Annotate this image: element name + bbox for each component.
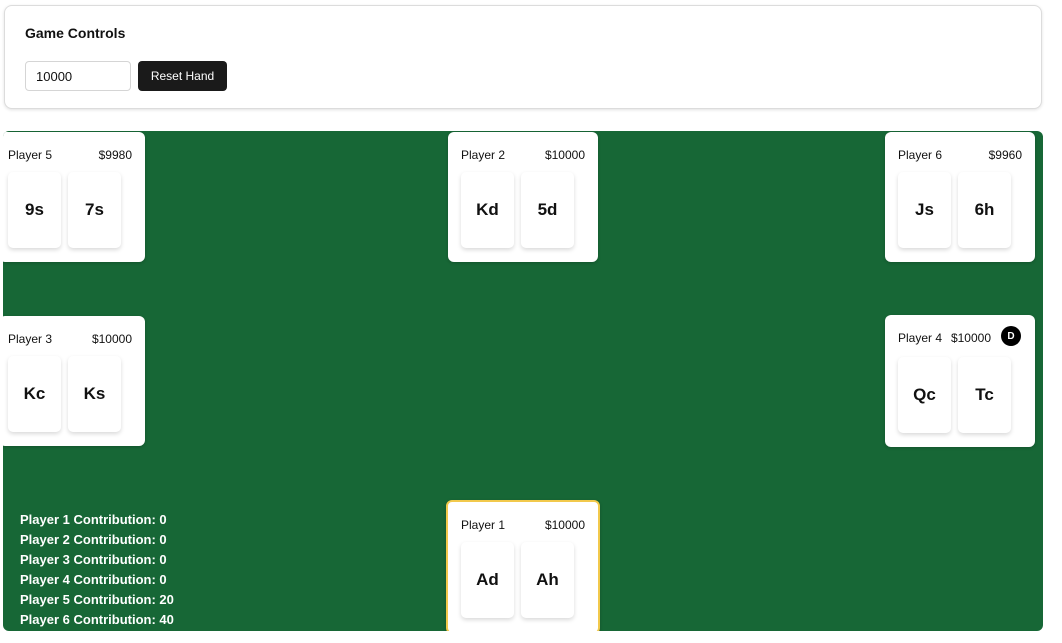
hole-card: Tc [958, 357, 1011, 433]
contribution-line: Player 4 Contribution: 0 [20, 572, 167, 587]
contribution-line: Player 3 Contribution: 0 [20, 552, 167, 567]
reset-hand-button[interactable]: Reset Hand [138, 61, 227, 91]
stack-amount-input[interactable] [25, 61, 131, 91]
hole-card: Kc [8, 356, 61, 432]
hole-card: 5d [521, 172, 574, 248]
player-name: Player 5 [8, 148, 53, 162]
seat-player-3: Player 3 $10000 Kc Ks [3, 316, 145, 446]
contribution-line: Player 5 Contribution: 20 [20, 592, 174, 607]
game-controls-panel: Game Controls Reset Hand [4, 5, 1042, 109]
player-name: Player 4 [898, 331, 943, 345]
hole-card: 6h [958, 172, 1011, 248]
hole-card: 9s [8, 172, 61, 248]
hole-card: Ah [521, 542, 574, 618]
player-stack: $10000 [544, 148, 585, 162]
contribution-line: Player 6 Contribution: 40 [20, 612, 174, 627]
player-stack: $9980 [98, 148, 132, 162]
controls-title: Game Controls [25, 25, 126, 41]
dealer-button: D [1001, 326, 1021, 346]
hole-card: Ks [68, 356, 121, 432]
player-name: Player 3 [8, 332, 53, 346]
hole-card: Js [898, 172, 951, 248]
contribution-line: Player 1 Contribution: 0 [20, 512, 167, 527]
seat-player-6: Player 6 $9960 Js 6h [885, 132, 1035, 262]
seat-player-1: Player 1 $10000 Ad Ah [446, 500, 600, 631]
player-name: Player 6 [898, 148, 943, 162]
hole-card: Kd [461, 172, 514, 248]
seat-player-5: Player 5 $9980 9s 7s [3, 132, 145, 262]
seat-player-4: Player 4 $10000 D Qc Tc [885, 315, 1035, 447]
hole-card: Qc [898, 357, 951, 433]
contribution-line: Player 2 Contribution: 0 [20, 532, 167, 547]
player-stack: $9960 [988, 148, 1022, 162]
contributions-list: Player 1 Contribution: 0 Player 2 Contri… [20, 510, 174, 630]
seat-player-2: Player 2 $10000 Kd 5d [448, 132, 598, 262]
player-stack: $10000 [950, 331, 991, 345]
player-name: Player 2 [461, 148, 506, 162]
player-stack: $10000 [91, 332, 132, 346]
poker-table: Player 5 $9980 9s 7s Player 2 $10000 Kd … [3, 131, 1043, 631]
player-stack: $10000 [544, 518, 585, 532]
player-name: Player 1 [461, 518, 506, 532]
hole-card: 7s [68, 172, 121, 248]
hole-card: Ad [461, 542, 514, 618]
